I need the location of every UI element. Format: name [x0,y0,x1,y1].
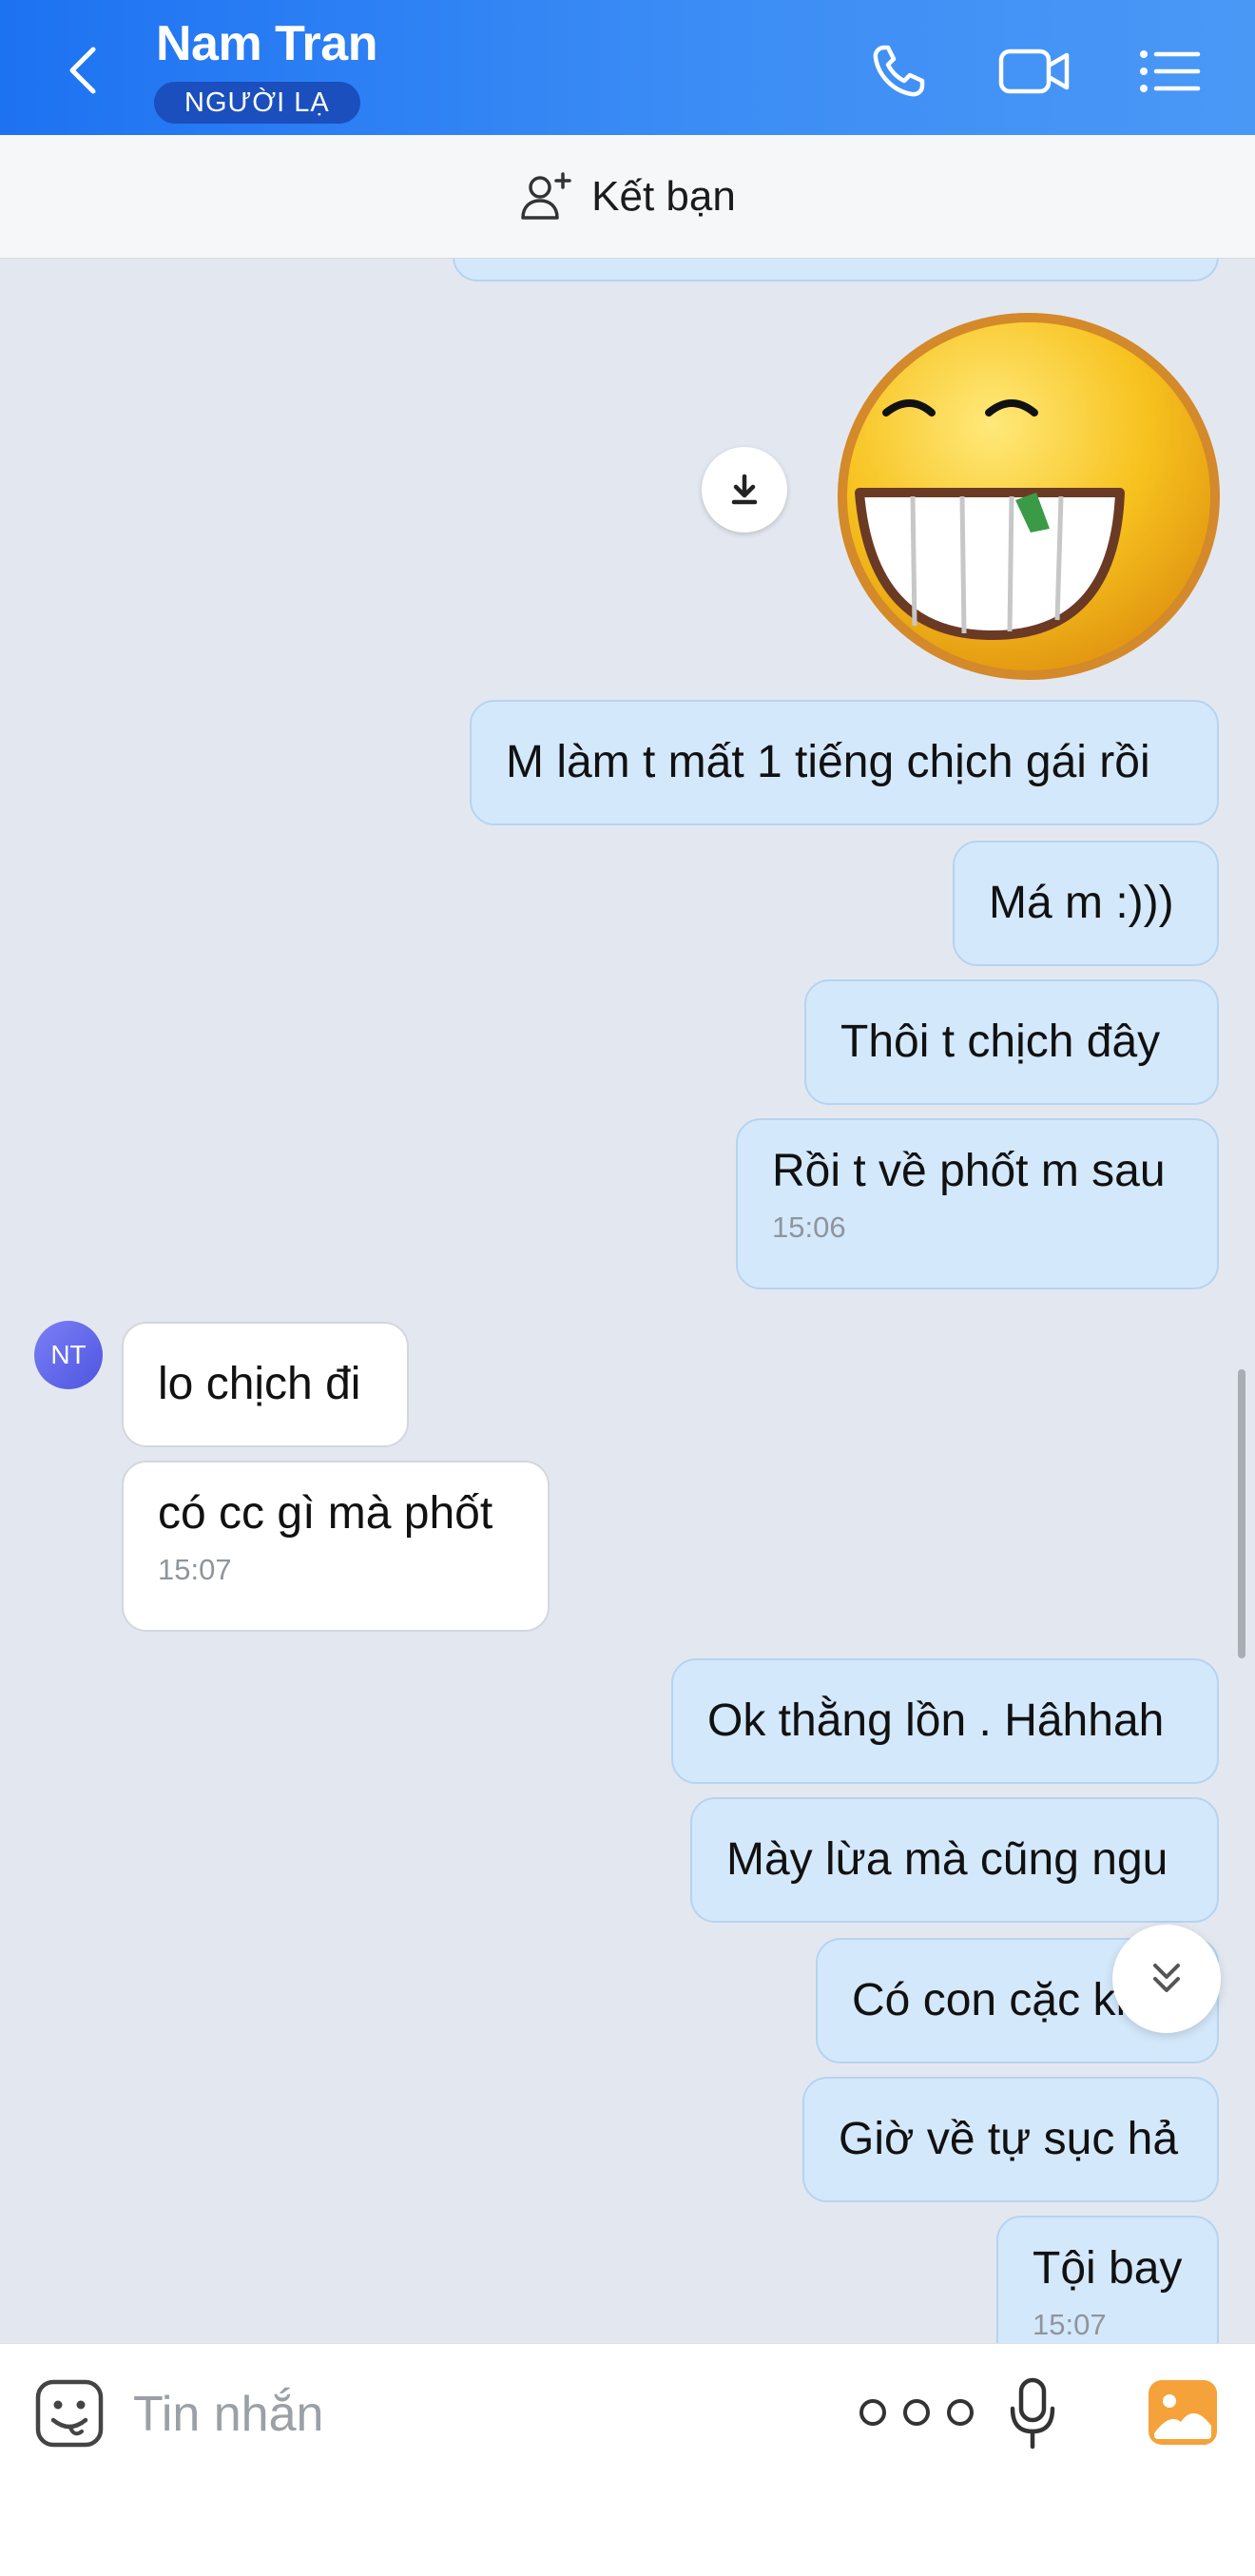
double-chevron-down-icon [1153,1964,1180,1992]
message-bubble[interactable]: lo chịch đi [122,1322,409,1447]
more-options-icon[interactable] [854,2392,979,2433]
message-bubble[interactable]: M làm t mất 1 tiếng chịch gái rồi [470,700,1219,825]
message-bubble[interactable]: có cc gì mà phốt 15:07 [122,1461,550,1632]
add-friend-bar: Kết bạn [0,135,1255,259]
message-bubble[interactable]: Thôi t chịch đây [804,979,1219,1105]
image-gallery-icon[interactable] [1147,2378,1219,2447]
message-input-bar [0,2343,1255,2576]
chat-area[interactable]: M làm t mất 1 tiếng chịch gái rồi Má m :… [0,259,1255,2343]
back-icon[interactable] [57,42,114,99]
message-bubble[interactable]: Má m :))) [953,841,1219,966]
stranger-badge: NGƯỜI LẠ [154,82,360,124]
add-friend-button[interactable]: Kết bạn [519,170,736,223]
download-button[interactable] [702,447,787,533]
message-bubble[interactable]: Ok thằng lồn . Hâhhah [671,1658,1219,1784]
message-input[interactable] [133,2376,780,2452]
scrollbar[interactable] [1238,1369,1245,1658]
phone-icon[interactable] [865,38,937,105]
download-icon [731,474,758,505]
message-bubble[interactable]: Giờ về tự sục hả [802,2077,1219,2202]
scroll-to-bottom-button[interactable] [1112,1925,1221,2033]
chat-header: Nam Tran NGƯỜI LẠ [0,0,1255,135]
microphone-icon[interactable] [1008,2376,1057,2450]
message-time: 15:07 [1033,2308,1107,2341]
add-friend-label: Kết bạn [591,172,736,220]
message-time: 15:06 [772,1211,846,1244]
message-bubble[interactable]: Mày lừa mà cũng ngu [690,1797,1219,1923]
contact-name[interactable]: Nam Tran [156,15,377,72]
message-bubble[interactable]: Rồi t về phốt m sau 15:06 [736,1118,1219,1289]
contact-avatar[interactable]: NT [34,1321,103,1389]
grinning-emoji-sticker[interactable] [829,306,1228,687]
menu-list-icon[interactable] [1135,38,1207,105]
message-time: 15:07 [158,1553,232,1586]
add-user-icon [521,171,571,220]
message-bubble[interactable]: Tội bay 15:07 [996,2216,1219,2343]
message-bubble-clipped[interactable] [453,259,1219,281]
video-call-icon[interactable] [998,38,1071,105]
sticker-emoji-icon[interactable] [34,2378,105,2449]
